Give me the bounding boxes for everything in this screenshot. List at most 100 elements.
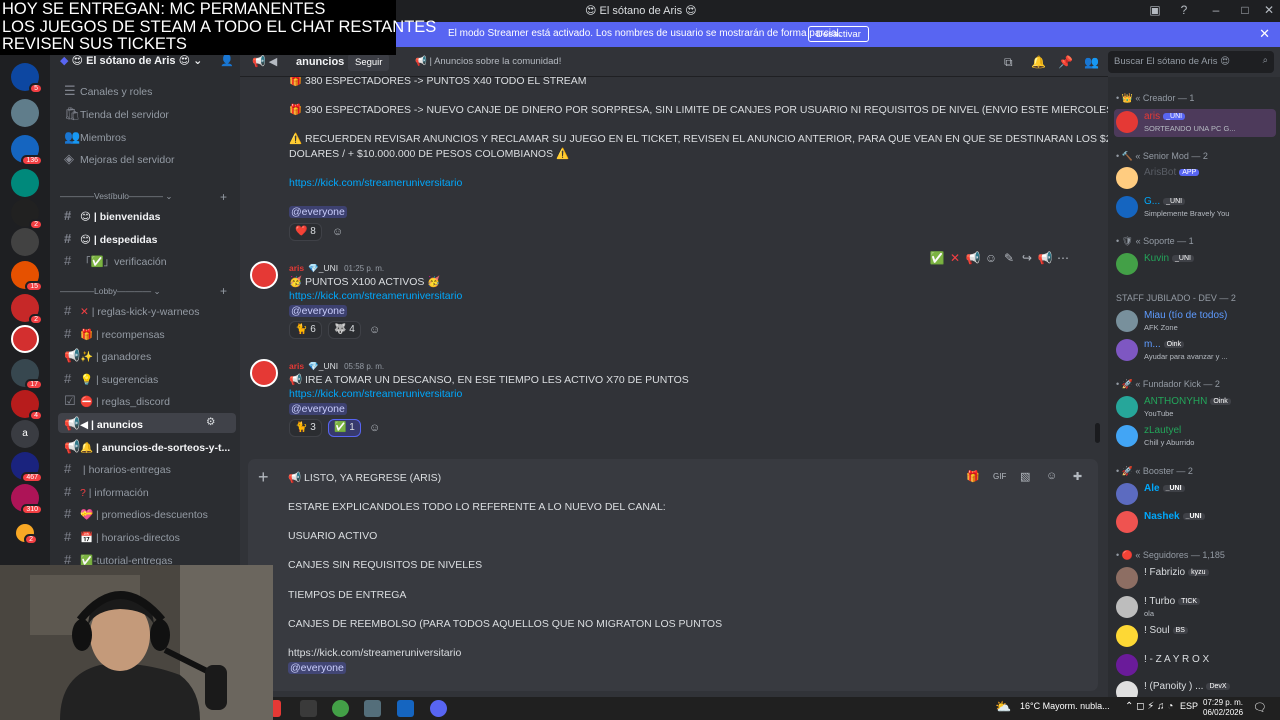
- message-mention[interactable]: @everyone: [289, 403, 347, 415]
- inbox-icon[interactable]: ▣: [1145, 3, 1165, 17]
- steam-icon[interactable]: [397, 700, 414, 717]
- server-icon[interactable]: 2: [16, 524, 38, 545]
- chrome-icon[interactable]: [332, 700, 349, 717]
- server-icon[interactable]: [11, 99, 39, 127]
- channel-ganadores[interactable]: 📢✨ | ganadores: [58, 345, 236, 365]
- megaphone-icon[interactable]: 📢: [964, 251, 982, 265]
- help-icon[interactable]: ?: [1174, 3, 1194, 17]
- server-icon[interactable]: 5: [11, 63, 43, 94]
- system-tray-icons[interactable]: ⌃ ◻ ⚡ ♫ ◔: [1125, 701, 1173, 712]
- channel-anuncios-sorteos[interactable]: 📢🔔 | anuncios-de-sorteos-y-t...: [58, 436, 236, 456]
- search-input[interactable]: Buscar El sótano de Aris 😍 ⌕: [1108, 51, 1274, 73]
- invite-icon[interactable]: 👤: [220, 54, 234, 67]
- publish-icon[interactable]: 📢: [1036, 251, 1054, 265]
- add-reaction-icon[interactable]: ☺: [369, 324, 380, 336]
- server-icon[interactable]: 2: [11, 294, 43, 325]
- check-icon[interactable]: ✅: [928, 251, 946, 265]
- server-boosts-item[interactable]: ◈ Mejoras del servidor: [58, 148, 236, 168]
- channel-horarios-entregas[interactable]: # | horarios-entregas: [58, 458, 236, 478]
- server-icon-active[interactable]: [11, 325, 39, 353]
- member-item[interactable]: G... _UNI Simplemente Bravely You: [1114, 194, 1276, 222]
- add-channel-icon[interactable]: +: [220, 284, 227, 298]
- reaction-check[interactable]: ✅ 1: [328, 419, 361, 437]
- channels-and-roles-item[interactable]: ☰ Canales y roles: [58, 80, 236, 100]
- clock-time[interactable]: 07:29 p. m.: [1203, 698, 1243, 707]
- discord-icon[interactable]: [430, 700, 447, 717]
- server-icon[interactable]: 4: [11, 390, 43, 421]
- forward-icon[interactable]: ↪: [1018, 251, 1036, 265]
- server-icon[interactable]: [11, 169, 39, 197]
- member-item[interactable]: ArisBot APP: [1114, 165, 1276, 193]
- reaction-emoji[interactable]: 🐈 6: [289, 321, 322, 339]
- message-mention[interactable]: @everyone: [289, 305, 347, 317]
- avatar[interactable]: [250, 359, 278, 387]
- category-lobby[interactable]: ————Lobby———— ⌄: [60, 286, 161, 297]
- channel-reglas-discord[interactable]: ☑ ⛔ | reglas_discord: [58, 390, 236, 410]
- channel-despedidas[interactable]: # 😊 | despedidas: [58, 228, 236, 248]
- server-icon[interactable]: 15: [11, 261, 43, 292]
- maximize-button[interactable]: □: [1235, 3, 1255, 17]
- settings-icon[interactable]: ⚙: [206, 416, 215, 428]
- reaction-heart[interactable]: ❤️ 8: [289, 223, 322, 241]
- notifications-icon[interactable]: 🗨: [1253, 701, 1267, 714]
- add-reaction-icon[interactable]: ☺: [982, 251, 1000, 265]
- add-reaction-icon[interactable]: ☺: [332, 226, 343, 238]
- member-item[interactable]: ! Soul BS: [1114, 623, 1276, 651]
- input-language[interactable]: ESP: [1180, 701, 1198, 711]
- pin-icon[interactable]: 📌: [1058, 55, 1073, 69]
- member-item[interactable]: ! Fabrizio kyzu: [1114, 565, 1276, 593]
- clock-date[interactable]: 06/02/2026: [1203, 708, 1243, 717]
- member-item[interactable]: ! Turbo TICK ola: [1114, 594, 1276, 622]
- server-shop-item[interactable]: 🛍Tienda del servidor: [58, 103, 236, 123]
- add-channel-icon[interactable]: +: [220, 190, 227, 204]
- edit-icon[interactable]: ✎: [1000, 251, 1018, 265]
- message-author[interactable]: aris 💎_UNI 01:25 p. m.: [289, 263, 384, 274]
- channel-sugerencias[interactable]: # 💡 | sugerencias: [58, 368, 236, 388]
- channel-verificacion[interactable]: # 「✅」verificación: [58, 250, 236, 270]
- server-icon[interactable]: a: [11, 420, 39, 448]
- member-item[interactable]: zLautyel Chill y Aburrido: [1114, 423, 1276, 451]
- follow-button[interactable]: Seguir: [348, 54, 390, 71]
- server-icon[interactable]: 467: [11, 452, 43, 483]
- member-item[interactable]: ANTHONYHN Oink YouTube: [1114, 394, 1276, 422]
- member-item[interactable]: ! (Panoity ) ... DevX: [1114, 679, 1276, 697]
- channel-recompensas[interactable]: # 🎁 | recompensas: [58, 323, 236, 343]
- reaction-emoji[interactable]: 🐺 4: [328, 321, 361, 339]
- gift-icon[interactable]: 🎁: [966, 470, 980, 483]
- message-link[interactable]: https://kick.com/streameruniversitario: [289, 177, 462, 189]
- reaction-emoji[interactable]: 🐈 3: [289, 419, 322, 437]
- close-banner-icon[interactable]: ✕: [1259, 26, 1270, 42]
- message-mention[interactable]: @everyone: [289, 206, 347, 218]
- member-item[interactable]: Miau (tío de todos) AFK Zone: [1114, 308, 1276, 336]
- channel-horarios-directos[interactable]: # 📅 | horarios-directos: [58, 526, 236, 546]
- server-icon[interactable]: 17: [11, 359, 43, 390]
- member-item[interactable]: ! - Z A Y R O X: [1114, 652, 1276, 680]
- server-icon[interactable]: 310: [11, 484, 43, 515]
- weather-text[interactable]: 16°C Mayorm. nubla...: [1020, 701, 1110, 711]
- cross-icon[interactable]: ✕: [946, 251, 964, 265]
- notification-bell-icon[interactable]: 🔔: [1031, 55, 1046, 69]
- member-item[interactable]: Ale _UNI: [1114, 481, 1276, 509]
- server-icon[interactable]: 2: [11, 199, 43, 230]
- member-item[interactable]: Nashek _UNI: [1114, 509, 1276, 537]
- channel-promedios[interactable]: # 💝 | promedios-descuentos: [58, 503, 236, 523]
- chat-scrollbar[interactable]: [1095, 423, 1100, 443]
- channel-reglas-kick[interactable]: # ✕ | reglas-kick-y-warneos: [58, 300, 236, 320]
- xbox-icon[interactable]: [300, 700, 317, 717]
- channel-anuncios[interactable]: 📢◀ | anuncios ⚙: [58, 413, 236, 433]
- avatar[interactable]: [250, 261, 278, 289]
- channel-informacion[interactable]: #? | información: [58, 481, 236, 501]
- server-icon[interactable]: 136: [11, 135, 43, 166]
- add-reaction-icon[interactable]: ☺: [369, 422, 380, 434]
- app-icon[interactable]: [364, 700, 381, 717]
- emoji-icon[interactable]: ☺: [1046, 470, 1057, 482]
- member-item[interactable]: m... Oink Ayudar para avanzar y ...: [1114, 337, 1276, 365]
- message-link[interactable]: https://kick.com/streameruniversitario: [289, 290, 462, 302]
- member-list-icon[interactable]: 👥: [1084, 55, 1099, 69]
- message-author[interactable]: aris 💎_UNI 05:58 p. m.: [289, 361, 384, 372]
- attach-plus-icon[interactable]: +: [258, 467, 269, 488]
- member-item[interactable]: Kuvin _UNI: [1114, 251, 1276, 279]
- members-item[interactable]: 👥Miembros: [58, 126, 236, 146]
- channel-bienvenidas[interactable]: # 😊 | bienvenidas: [58, 205, 236, 225]
- category-vestibulo[interactable]: ————Vestíbulo———— ⌄: [60, 191, 172, 202]
